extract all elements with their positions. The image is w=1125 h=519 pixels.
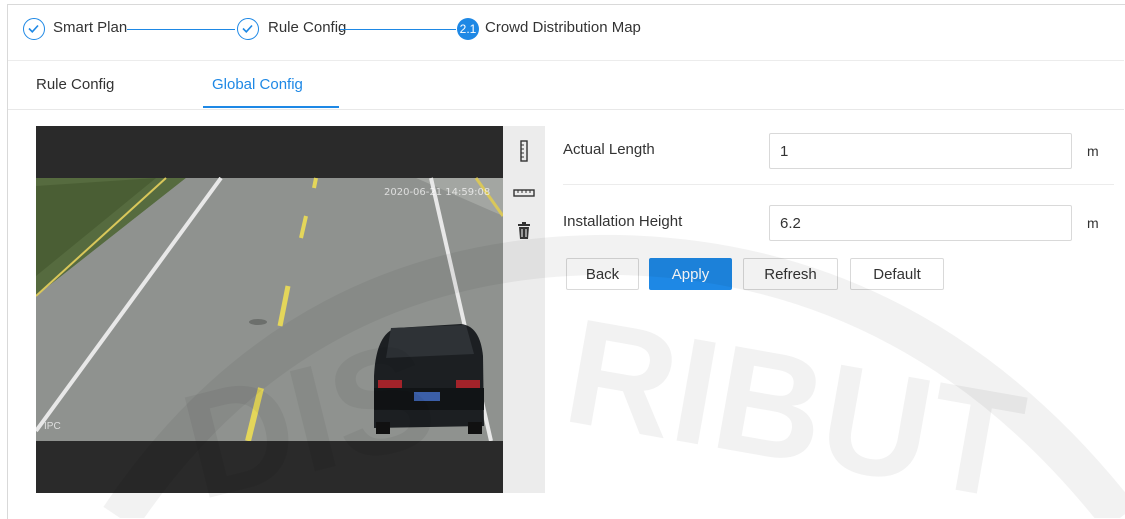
vertical-ruler-icon[interactable]: [513, 140, 535, 162]
default-button[interactable]: Default: [850, 258, 944, 290]
active-tab-indicator: [203, 106, 339, 108]
apply-button[interactable]: Apply: [649, 258, 732, 290]
step-connector: [340, 29, 456, 30]
refresh-button[interactable]: Refresh: [743, 258, 838, 290]
config-tabs: Rule Config Global Config: [8, 60, 1124, 110]
installation-height-unit: m: [1087, 215, 1099, 231]
step-connector: [127, 29, 235, 30]
actual-length-label: Actual Length: [563, 141, 655, 158]
wizard-stepper: Smart Plan Rule Config 2.1 Crowd Distrib…: [15, 18, 715, 44]
step-label-rule-config: Rule Config: [268, 19, 347, 36]
tab-rule-config[interactable]: Rule Config: [36, 76, 114, 93]
form-divider: [563, 184, 1114, 185]
actual-length-unit: m: [1087, 143, 1099, 159]
actual-length-input[interactable]: [769, 133, 1072, 169]
trash-icon[interactable]: [513, 220, 535, 242]
step-label-smart-plan: Smart Plan: [53, 19, 128, 36]
installation-height-input[interactable]: [769, 205, 1072, 241]
video-timestamp: 2020-06-21 14:59:08: [384, 187, 491, 198]
installation-height-label: Installation Height: [563, 213, 683, 230]
horizontal-ruler-icon[interactable]: [513, 182, 535, 204]
check-circle-icon: [237, 18, 259, 40]
tab-global-config[interactable]: Global Config: [212, 76, 303, 93]
back-button[interactable]: Back: [566, 258, 639, 290]
step-label-crowd-distribution-map: Crowd Distribution Map: [485, 19, 641, 36]
live-video-frame[interactable]: 2020-06-21 14:59:08 IPC: [36, 126, 503, 493]
road-scene-image: [36, 126, 503, 493]
step-number-badge: 2.1: [457, 18, 479, 40]
channel-label: IPC: [44, 421, 61, 432]
check-circle-icon: [23, 18, 45, 40]
video-panel: 2020-06-21 14:59:08 IPC: [36, 126, 545, 493]
